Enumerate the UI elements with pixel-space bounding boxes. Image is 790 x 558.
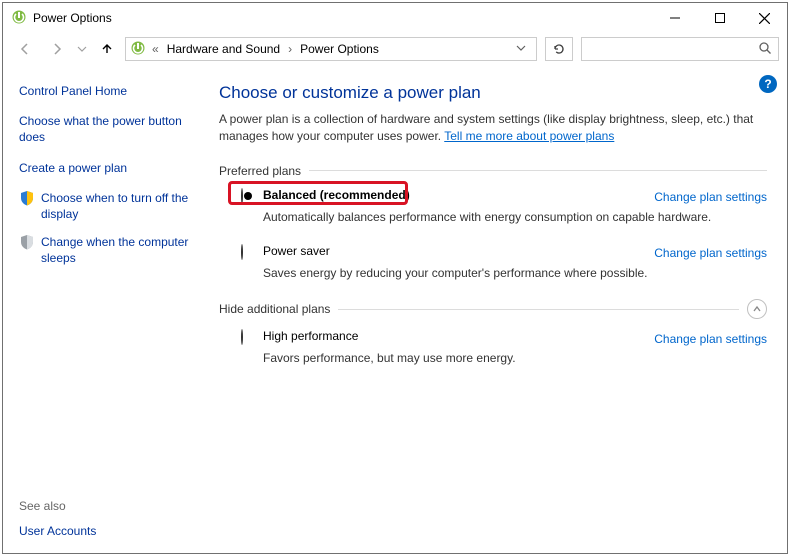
forward-button[interactable] xyxy=(43,35,71,63)
main-panel: Choose or customize a power plan A power… xyxy=(213,69,787,553)
additional-plans-group: Hide additional plans High performance C… xyxy=(219,299,767,367)
shield-icon xyxy=(19,190,35,206)
recent-locations-button[interactable] xyxy=(75,35,89,63)
sidebar-link-turn-off-display[interactable]: Choose when to turn off the display xyxy=(19,190,203,222)
titlebar: Power Options xyxy=(3,3,787,33)
sidebar: Control Panel Home Choose what the power… xyxy=(3,69,213,553)
see-also-user-accounts[interactable]: User Accounts xyxy=(19,523,203,539)
breadcrumb-separator-icon: › xyxy=(286,42,294,56)
collapse-button[interactable] xyxy=(747,299,767,319)
breadcrumb-parent[interactable]: Hardware and Sound xyxy=(163,40,284,58)
see-also-header: See also xyxy=(19,499,203,513)
additional-plans-legend: Hide additional plans xyxy=(219,302,330,316)
plan-balanced[interactable]: Balanced (recommended) xyxy=(241,188,642,203)
plan-high-performance-desc: Favors performance, but may use more ene… xyxy=(263,350,767,367)
plan-high-performance[interactable]: High performance xyxy=(241,329,642,344)
radio-unselected-icon xyxy=(241,330,255,344)
plan-power-saver[interactable]: Power saver xyxy=(241,244,642,259)
up-button[interactable] xyxy=(93,35,121,63)
divider xyxy=(309,170,767,171)
search-icon[interactable] xyxy=(758,41,772,58)
radio-selected-icon xyxy=(241,189,255,203)
navbar: « Hardware and Sound › Power Options xyxy=(3,33,787,69)
divider xyxy=(338,309,739,310)
radio-unselected-icon xyxy=(241,245,255,259)
intro-text: A power plan is a collection of hardware… xyxy=(219,111,767,146)
plan-balanced-desc: Automatically balances performance with … xyxy=(263,209,767,226)
minimize-button[interactable] xyxy=(652,3,697,33)
back-button[interactable] xyxy=(11,35,39,63)
control-panel-home-link[interactable]: Control Panel Home xyxy=(19,83,203,99)
maximize-button[interactable] xyxy=(697,3,742,33)
plan-high-performance-label: High performance xyxy=(263,329,358,343)
address-bar[interactable]: « Hardware and Sound › Power Options xyxy=(125,37,537,61)
close-button[interactable] xyxy=(742,3,787,33)
breadcrumb-prefix: « xyxy=(150,42,161,56)
change-settings-high-performance[interactable]: Change plan settings xyxy=(654,332,767,346)
app-icon xyxy=(11,9,27,28)
sidebar-link-computer-sleeps[interactable]: Change when the computer sleeps xyxy=(19,234,203,266)
search-input[interactable] xyxy=(588,39,752,59)
power-options-window: Power Options xyxy=(2,2,788,554)
sidebar-link-power-button[interactable]: Choose what the power button does xyxy=(19,113,189,145)
shield-icon xyxy=(19,234,35,250)
sidebar-link-create-plan[interactable]: Create a power plan xyxy=(19,160,203,176)
address-dropdown-icon[interactable] xyxy=(510,42,532,56)
content-area: ? Control Panel Home Choose what the pow… xyxy=(3,69,787,553)
page-heading: Choose or customize a power plan xyxy=(219,83,767,103)
plan-balanced-label: Balanced (recommended) xyxy=(263,188,410,202)
change-settings-power-saver[interactable]: Change plan settings xyxy=(654,246,767,260)
plan-power-saver-label: Power saver xyxy=(263,244,330,258)
preferred-plans-legend: Preferred plans xyxy=(219,164,301,178)
search-bar[interactable] xyxy=(581,37,779,61)
change-settings-balanced[interactable]: Change plan settings xyxy=(654,190,767,204)
window-title: Power Options xyxy=(33,11,652,25)
sidebar-item-label: Change when the computer sleeps xyxy=(41,234,203,266)
plan-power-saver-desc: Saves energy by reducing your computer's… xyxy=(263,265,767,282)
preferred-plans-group: Preferred plans Balanced (recommended) C… xyxy=(219,164,767,282)
breadcrumb-current[interactable]: Power Options xyxy=(296,40,383,58)
control-panel-icon xyxy=(130,40,146,59)
refresh-button[interactable] xyxy=(545,37,573,61)
intro-link[interactable]: Tell me more about power plans xyxy=(444,129,614,143)
sidebar-item-label: Choose when to turn off the display xyxy=(41,190,203,222)
